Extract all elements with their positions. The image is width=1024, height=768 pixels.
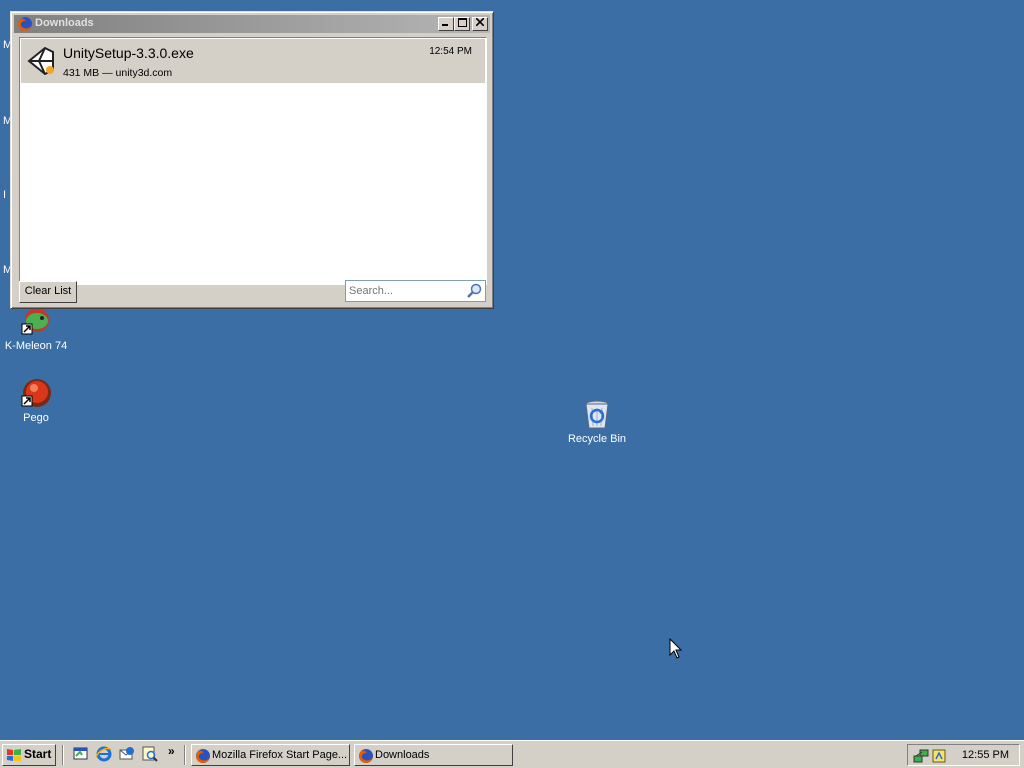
quick-launch-chevron[interactable]: » <box>168 744 175 758</box>
downloads-list[interactable]: UnitySetup-3.3.0.exe 431 MB — unity3d.co… <box>19 37 487 285</box>
desktop-icon-label: Pego <box>23 412 49 424</box>
windows-logo-icon <box>7 749 21 761</box>
clear-list-button[interactable]: Clear List <box>19 281 77 303</box>
desktop-icon-label: K-Meleon 74 <box>4 340 68 352</box>
desktop-icon-label-fragment: I <box>3 189 7 201</box>
task-label: Mozilla Firefox Start Page... <box>212 749 348 761</box>
k-meleon-icon <box>21 308 49 335</box>
download-item[interactable]: UnitySetup-3.3.0.exe 431 MB — unity3d.co… <box>21 39 485 83</box>
taskbar-separator <box>62 745 64 765</box>
search-input[interactable] <box>349 283 459 299</box>
pego-icon <box>21 379 51 407</box>
firefox-icon <box>359 749 373 763</box>
task-downloads[interactable]: Downloads <box>354 744 513 766</box>
download-size-source: 431 MB — unity3d.com <box>63 67 173 79</box>
close-icon <box>475 17 485 27</box>
download-filename: UnitySetup-3.3.0.exe <box>63 45 194 61</box>
window-titlebar[interactable]: Downloads <box>14 15 490 33</box>
mouse-cursor-icon <box>669 638 683 659</box>
start-label: Start <box>24 747 52 761</box>
maximize-button[interactable] <box>454 17 470 31</box>
download-time: 12:54 PM <box>429 46 472 57</box>
network-icon[interactable] <box>913 748 929 764</box>
internet-explorer-icon[interactable] <box>96 746 112 762</box>
outlook-express-icon[interactable] <box>119 746 135 762</box>
task-label: Downloads <box>375 749 430 761</box>
window-title: Downloads <box>35 17 94 29</box>
desktop-icon-recycle-bin[interactable]: Recycle Bin <box>557 399 637 445</box>
search-field[interactable] <box>345 280 486 302</box>
taskbar-separator <box>184 745 186 765</box>
maximize-icon <box>457 18 467 27</box>
search-files-icon[interactable] <box>142 746 158 762</box>
unity-installer-icon <box>27 46 54 76</box>
desktop-icon-pego[interactable]: Pego <box>0 378 76 424</box>
downloads-window[interactable]: Downloads UnitySetup-3.3.0.exe 431 MB — … <box>10 11 494 309</box>
recycle-bin-icon <box>585 400 609 429</box>
tray-app-icon[interactable] <box>931 748 947 764</box>
firefox-icon <box>196 749 210 763</box>
task-firefox-start-page[interactable]: Mozilla Firefox Start Page... <box>191 744 350 766</box>
close-button[interactable] <box>472 17 488 31</box>
show-desktop-icon[interactable] <box>73 746 89 762</box>
taskbar: Start » Mozilla Firefox Start Page... Do… <box>0 740 1024 768</box>
start-button[interactable]: Start <box>2 744 56 766</box>
minimize-icon <box>442 24 448 26</box>
firefox-icon <box>18 17 32 31</box>
minimize-button[interactable] <box>438 17 454 31</box>
desktop-icon-k-meleon[interactable]: K-Meleon 74 <box>0 306 76 352</box>
taskbar-clock[interactable]: 12:55 PM <box>962 749 1009 761</box>
desktop-icon-label: Recycle Bin <box>567 433 627 445</box>
search-icon[interactable] <box>466 283 482 299</box>
system-tray: 12:55 PM <box>907 744 1020 766</box>
